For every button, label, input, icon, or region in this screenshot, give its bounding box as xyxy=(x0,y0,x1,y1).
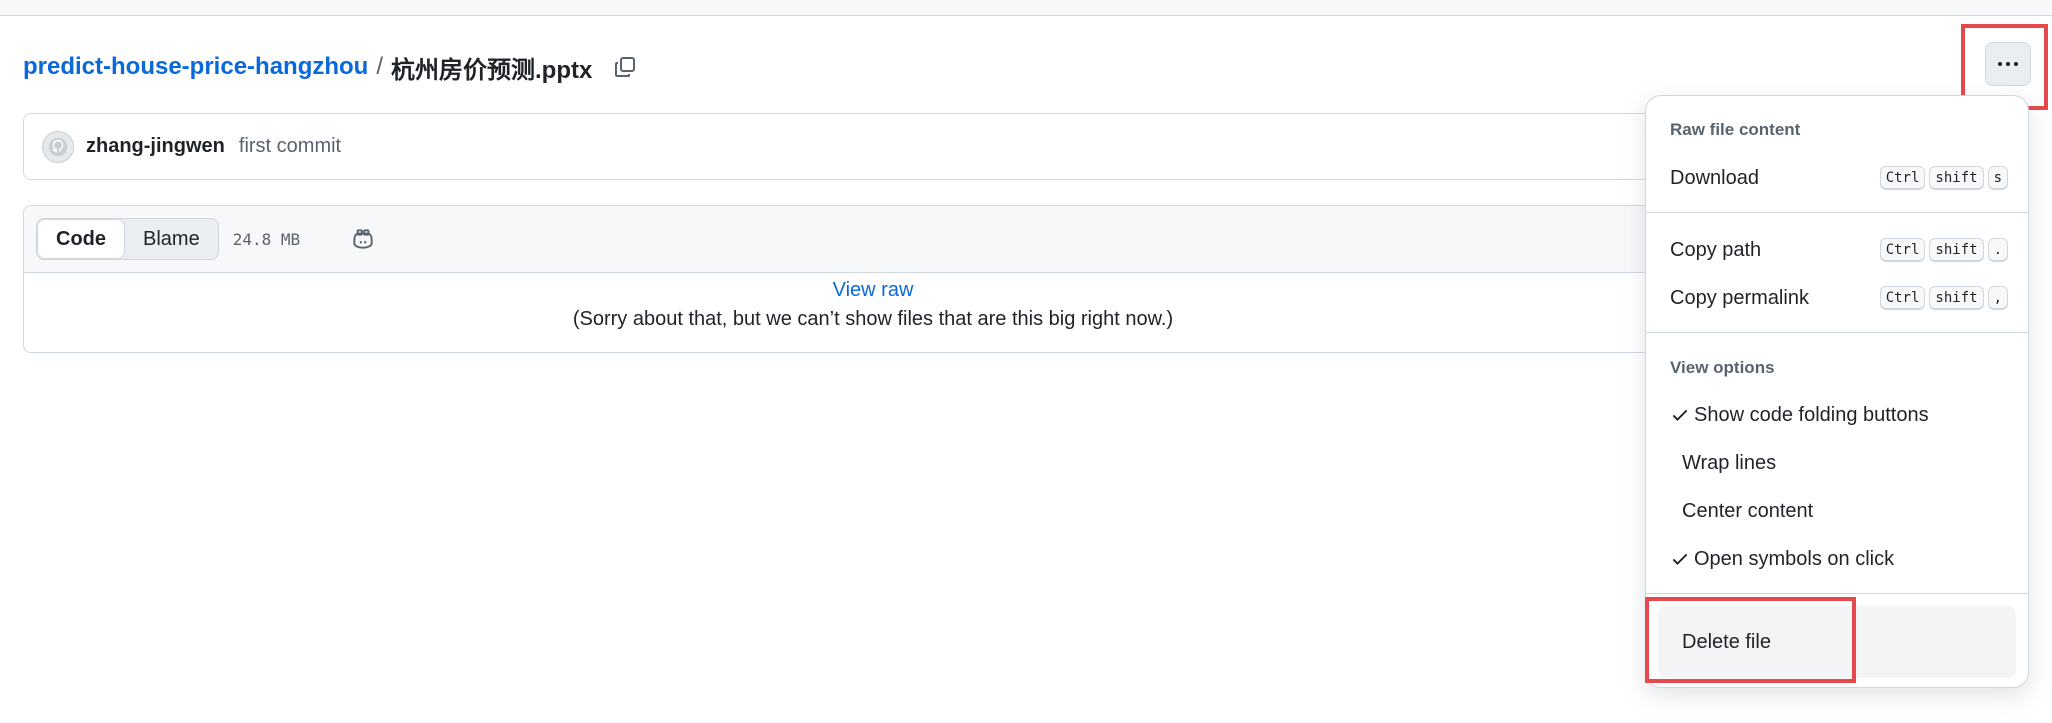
kbd-key: , xyxy=(1987,286,2008,310)
highlight-box-delete-file xyxy=(1645,597,1856,683)
commit-message[interactable]: first commit xyxy=(239,135,341,158)
view-toggle: Code Blame xyxy=(36,218,219,260)
check-icon xyxy=(1670,405,1694,425)
breadcrumb: predict-house-price-hangzhou / 杭州房价预测.pp… xyxy=(23,50,640,84)
file-name: 杭州房价预测.pptx xyxy=(391,56,593,84)
copilot-icon xyxy=(353,229,373,249)
breadcrumb-separator: / xyxy=(376,53,384,80)
view-raw-link[interactable]: View raw xyxy=(24,279,1722,302)
copy-path-label: Copy path xyxy=(1670,238,1762,261)
kbd-key: s xyxy=(1987,166,2008,190)
kbd-key: shift xyxy=(1929,286,1984,310)
file-size: 24.8 MB xyxy=(232,229,301,249)
copilot-button[interactable] xyxy=(348,224,378,254)
download-shortcut: Ctrl shift s xyxy=(1879,166,2008,190)
option-label: Show code folding buttons xyxy=(1694,403,1929,426)
kbd-key: Ctrl xyxy=(1879,166,1926,190)
menu-item-download[interactable]: Download Ctrl shift s xyxy=(1670,158,2008,198)
copy-permalink-label: Copy permalink xyxy=(1670,286,1809,309)
option-open-symbols[interactable]: Open symbols on click xyxy=(1670,539,2008,579)
menu-item-copy-path[interactable]: Copy path Ctrl shift . xyxy=(1670,230,2008,270)
option-label: Wrap lines xyxy=(1682,451,1777,474)
menu-divider xyxy=(1646,212,2028,213)
download-label: Download xyxy=(1670,166,1759,189)
menu-item-copy-permalink[interactable]: Copy permalink Ctrl shift , xyxy=(1670,278,2008,318)
section-raw-file-content: Raw file content xyxy=(1670,120,1801,139)
kbd-key: Ctrl xyxy=(1879,238,1926,262)
copy-icon xyxy=(615,57,636,77)
kbd-key: Ctrl xyxy=(1879,286,1926,310)
copy-permalink-shortcut: Ctrl shift , xyxy=(1879,286,2008,310)
avatar-icon xyxy=(48,137,68,156)
repo-link[interactable]: predict-house-price-hangzhou xyxy=(23,53,368,81)
option-show-code-folding[interactable]: Show code folding buttons xyxy=(1670,395,2008,435)
top-bar xyxy=(0,0,2052,16)
option-center-content[interactable]: Center content xyxy=(1670,491,2008,531)
option-label: Open symbols on click xyxy=(1694,547,1895,570)
menu-divider xyxy=(1646,593,2028,594)
kbd-key: shift xyxy=(1929,238,1984,262)
copy-path-shortcut: Ctrl shift . xyxy=(1879,238,2008,262)
commit-author[interactable]: zhang-jingwen xyxy=(86,135,225,158)
tab-blame[interactable]: Blame xyxy=(125,219,218,259)
copy-path-button[interactable] xyxy=(610,52,640,82)
menu-divider xyxy=(1646,332,2028,333)
avatar[interactable] xyxy=(42,130,74,163)
option-wrap-lines[interactable]: Wrap lines xyxy=(1670,443,2008,483)
kbd-key: . xyxy=(1987,238,2008,262)
file-view: Code Blame 24.8 MB View raw (Sorry about… xyxy=(23,205,1723,353)
tab-code[interactable]: Code xyxy=(37,219,125,259)
file-header: Code Blame 24.8 MB xyxy=(24,206,1722,273)
option-label: Center content xyxy=(1682,499,1814,522)
file-body: View raw (Sorry about that, but we can’t… xyxy=(24,273,1722,331)
section-view-options: View options xyxy=(1670,358,1775,377)
check-icon xyxy=(1670,549,1694,569)
kbd-key: shift xyxy=(1929,166,1984,190)
too-large-notice: (Sorry about that, but we can’t show fil… xyxy=(572,308,1174,330)
latest-commit-bar: zhang-jingwen first commit xyxy=(23,113,1723,180)
